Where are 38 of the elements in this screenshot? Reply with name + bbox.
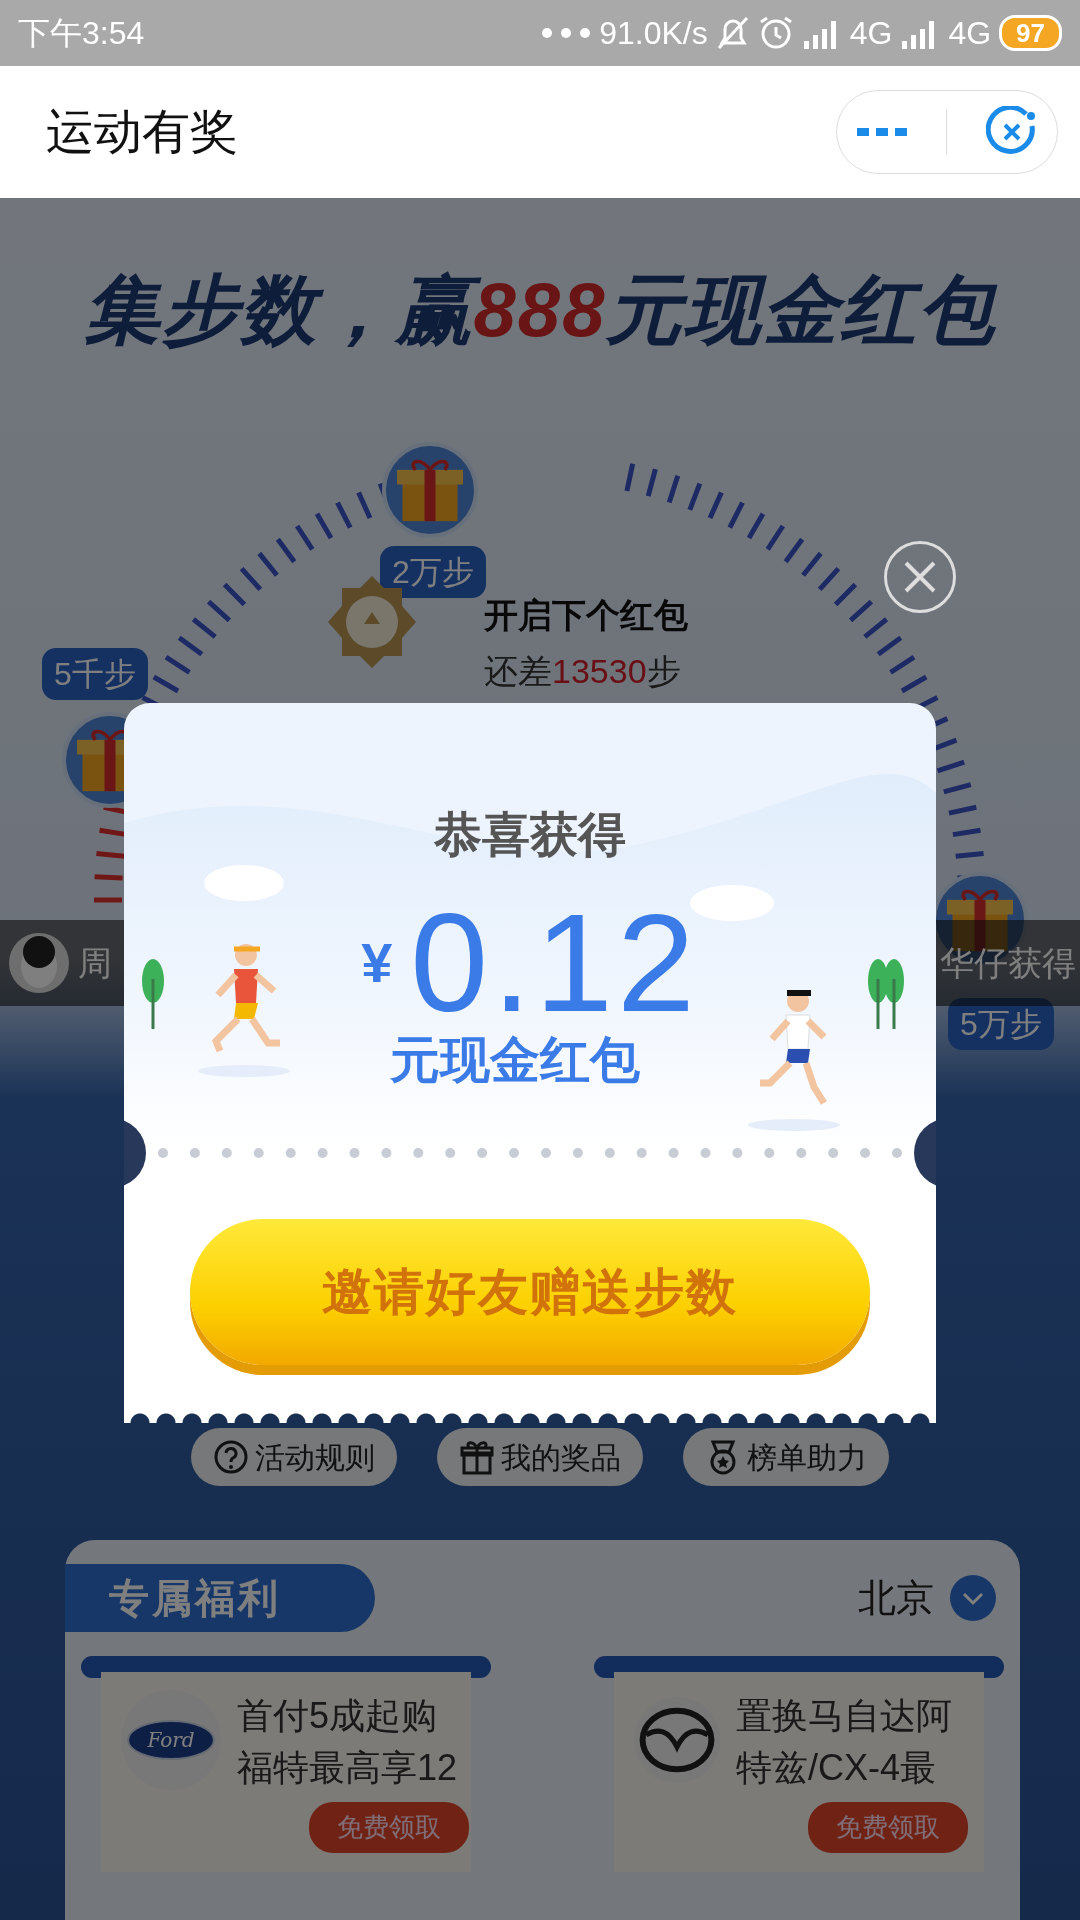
prize-amount: 0.12 xyxy=(410,893,699,1033)
chevron-down-icon xyxy=(950,1575,996,1621)
close-button[interactable] xyxy=(884,541,956,613)
network-type: 4G xyxy=(948,14,992,53)
bell-muted-icon xyxy=(715,15,750,51)
ticker-text: 周 xyxy=(78,942,112,984)
claim-button[interactable]: 免费领取 xyxy=(808,1802,968,1854)
help-icon xyxy=(213,1439,249,1475)
close-icon xyxy=(902,559,938,595)
banner-title: 集步数，赢888元现金红包 xyxy=(82,266,999,354)
action-button[interactable]: 我的奖品 xyxy=(437,1428,643,1486)
section-title: 专属福利 xyxy=(65,1564,375,1632)
offer-text: 首付5成起购福特最高享12 xyxy=(237,1694,459,1791)
offer-text: 置换马自达阿特兹/CX-4最 xyxy=(736,1694,953,1791)
tree-icon xyxy=(866,959,906,1029)
gift-icon xyxy=(459,1439,495,1475)
clock-time: 下午3:54 xyxy=(18,14,145,53)
network-speed: 91.0K/s xyxy=(599,14,708,53)
action-button[interactable]: 活动规则 xyxy=(191,1428,397,1486)
milestone-label: 5千步 xyxy=(42,648,148,700)
network-type: 4G xyxy=(849,14,893,53)
claim-button[interactable]: 免费领取 xyxy=(309,1802,469,1854)
action-button[interactable]: 榜单助力 xyxy=(683,1428,889,1486)
milestone-label: 2万步 xyxy=(380,546,486,598)
ticker-text: 华仔获得 xyxy=(940,942,1077,984)
more-icon[interactable] xyxy=(856,126,907,138)
remaining-steps: 还差13530步 xyxy=(484,646,681,697)
prize-unit: 元现金红包 xyxy=(389,1031,641,1090)
next-packet-title: 开启下个红包 xyxy=(484,595,688,636)
city-selector[interactable]: 北京 xyxy=(858,1569,934,1627)
battery-level: 97 xyxy=(999,15,1062,51)
popup-title: 恭喜获得 xyxy=(433,807,627,863)
currency-sign: ¥ xyxy=(361,930,393,996)
milestone-label: 5万步 xyxy=(948,998,1054,1050)
page-title: 运动有奖 xyxy=(46,104,238,160)
avatar-icon xyxy=(8,932,70,994)
logo-text: Ford xyxy=(127,1720,215,1760)
more-icon xyxy=(541,27,592,39)
